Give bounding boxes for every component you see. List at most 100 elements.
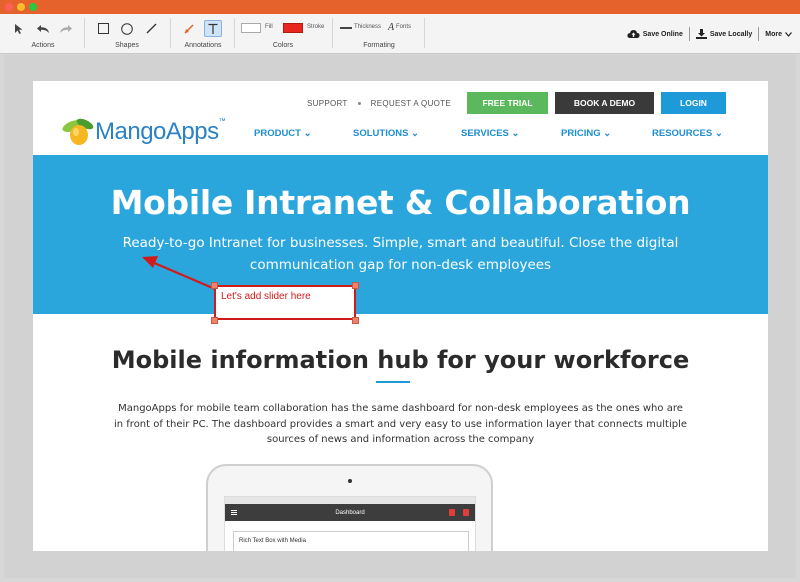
redo-icon [60,24,72,33]
save-online-label: Save Online [642,30,683,38]
fill-label: Fill [265,24,273,30]
save-locally-label: Save Locally [709,30,753,38]
nav-solutions[interactable]: SOLUTIONS ⌄ [353,128,461,139]
save-online-button[interactable]: Save Online [627,29,683,39]
actions-label: Actions [31,42,55,49]
annotations-group: Annotations [174,14,232,54]
card-title: Rich Text Box with Media [239,538,306,544]
nav-resources[interactable]: RESOURCES ⌄ [652,128,742,139]
resize-handle-top-left[interactable] [211,282,218,289]
hero-banner: Mobile Intranet & Collaboration Ready-to… [33,155,768,314]
chevron-down-icon [785,31,792,37]
support-link[interactable]: SUPPORT [307,99,348,108]
book-demo-button[interactable]: BOOK A DEMO [555,92,654,114]
tablet-screen: Dashboard Rich Text Box with Media [224,496,476,551]
menu-icon [231,510,237,511]
shapes-group: Shapes [88,14,166,54]
close-window-button[interactable] [5,3,13,11]
cloud-upload-icon [627,30,640,38]
thickness-label: Thickness [354,24,382,30]
font-icon: A [388,22,395,33]
section-description: MangoApps for mobile team collaboration … [113,403,687,445]
tablet-mockup: Dashboard Rich Text Box with Media [206,464,493,551]
more-menu-button[interactable]: More [765,31,792,38]
toolbar-divider [758,27,760,41]
mango-logo-icon [62,118,94,145]
resize-handle-bottom-right[interactable] [352,317,359,324]
login-button[interactable]: LOGIN [661,92,726,114]
cursor-icon [15,23,23,34]
shapes-label: Shapes [115,42,139,49]
window-titlebar [0,0,800,14]
toolbar-divider [688,27,690,41]
circle-icon [121,22,133,35]
zoom-window-button[interactable] [29,3,37,11]
logo-name: MangoApps [95,118,219,145]
app-header-icons [449,509,469,516]
request-quote-link[interactable]: REQUEST A QUOTE [371,99,451,108]
actions-group: Actions [6,14,80,54]
logo-trademark: ™ [218,118,226,125]
resize-handle-top-right[interactable] [352,282,359,289]
ellipse-tool[interactable] [118,20,136,37]
thickness-icon [340,27,352,29]
rectangle-tool[interactable] [94,20,112,37]
hero-subtitle: Ready-to-go Intranet for businesses. Sim… [122,235,679,273]
text-icon [208,23,218,34]
nav-product[interactable]: PRODUCT ⌄ [254,128,353,139]
download-icon [695,29,707,39]
colors-group: Fill Stroke Colors [238,14,328,54]
toolbar-divider [84,18,85,48]
separator-dot [357,101,361,105]
hero-title: Mobile Intranet & Collaboration [110,183,691,222]
fonts-label: Fonts [396,24,412,30]
fonts-control[interactable]: A Fonts [388,22,420,33]
badge-icon [463,509,469,516]
toolbar-divider [332,18,333,48]
annotation-textbox[interactable]: Let's add slider here [214,285,356,320]
select-tool[interactable] [10,20,28,37]
save-locally-button[interactable]: Save Locally [695,29,753,39]
undo-icon [37,24,49,33]
camera-dot [348,479,352,483]
colors-label: Colors [272,42,294,49]
more-label: More [765,30,782,38]
toolbar-divider [170,18,171,48]
minimize-window-button[interactable] [17,3,25,11]
free-trial-button[interactable]: FREE TRIAL [467,92,548,114]
nav-pricing[interactable]: PRICING ⌄ [561,128,652,139]
arrow-tool[interactable] [180,20,198,37]
app-title: Dashboard [335,509,365,516]
resize-handle-bottom-left[interactable] [211,317,218,324]
formatting-label: Formating [363,42,395,49]
save-actions: Save Online Save Locally More [627,14,792,54]
arrow-icon [184,23,194,34]
nav-services[interactable]: SERVICES ⌄ [461,128,561,139]
formatting-group: Thickness A Fonts Formating [336,14,422,54]
screenshot-page[interactable]: SUPPORT REQUEST A QUOTE FREE TRIAL BOOK … [33,81,768,551]
main-navigation: PRODUCT ⌄ SOLUTIONS ⌄ SERVICES ⌄ PRICING… [254,128,742,139]
toolbar-divider [424,18,425,48]
text-tool[interactable] [204,20,222,37]
section-title: Mobile information hub for your workforc… [111,346,690,374]
thickness-control[interactable]: Thickness [340,23,386,33]
rich-text-card: Rich Text Box with Media [233,531,469,551]
top-navigation: SUPPORT REQUEST A QUOTE FREE TRIAL BOOK … [307,92,768,114]
notification-icon [449,509,455,516]
fill-color-swatch[interactable] [241,23,261,33]
line-tool[interactable] [142,20,160,37]
stroke-color-swatch[interactable] [283,23,303,33]
status-bar [225,497,475,504]
line-icon [146,23,156,34]
mangoapps-logo[interactable]: MangoApps™ [61,114,241,150]
logo-wordmark: MangoApps™ [95,118,226,146]
toolbar-divider [234,18,235,48]
app-header: Dashboard [225,504,475,521]
redo-button[interactable] [57,20,75,37]
annotations-label: Annotations [184,42,222,49]
stroke-label: Stroke [307,24,325,30]
undo-button[interactable] [34,20,52,37]
annotation-text[interactable]: Let's add slider here [221,291,311,302]
title-underline [376,381,410,383]
rectangle-icon [97,23,109,34]
